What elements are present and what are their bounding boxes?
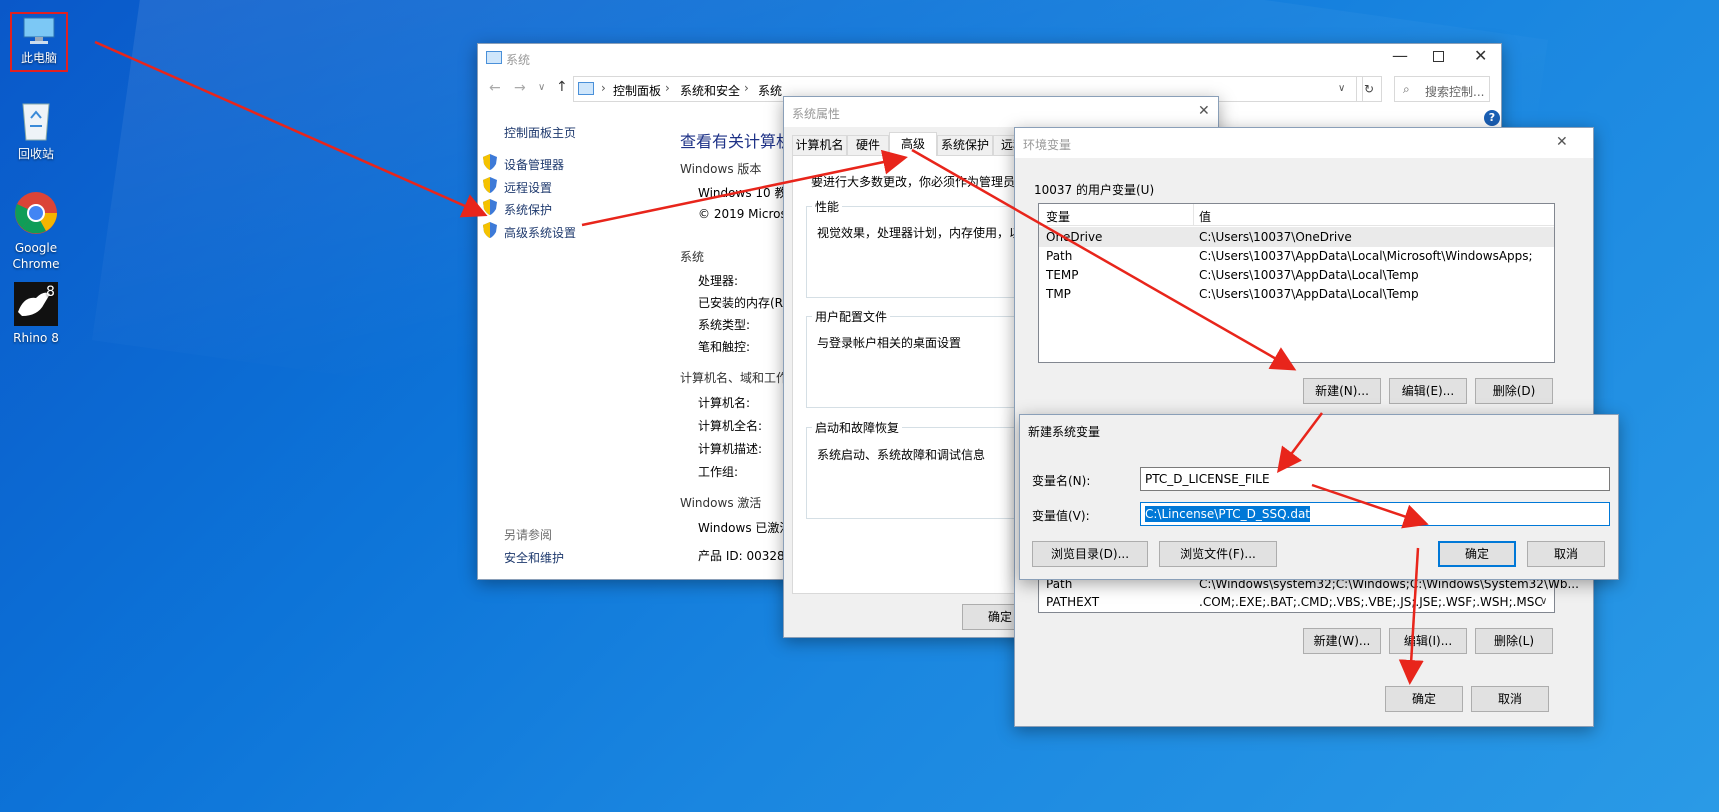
arrow-icon [581, 149, 908, 227]
arrow-icon [1277, 412, 1323, 473]
arrow-icon [1398, 547, 1424, 685]
arrow-icon [94, 40, 488, 218]
arrow-icon [1311, 483, 1429, 529]
annotation-arrows [94, 40, 1429, 685]
arrow-icon [911, 148, 1297, 371]
